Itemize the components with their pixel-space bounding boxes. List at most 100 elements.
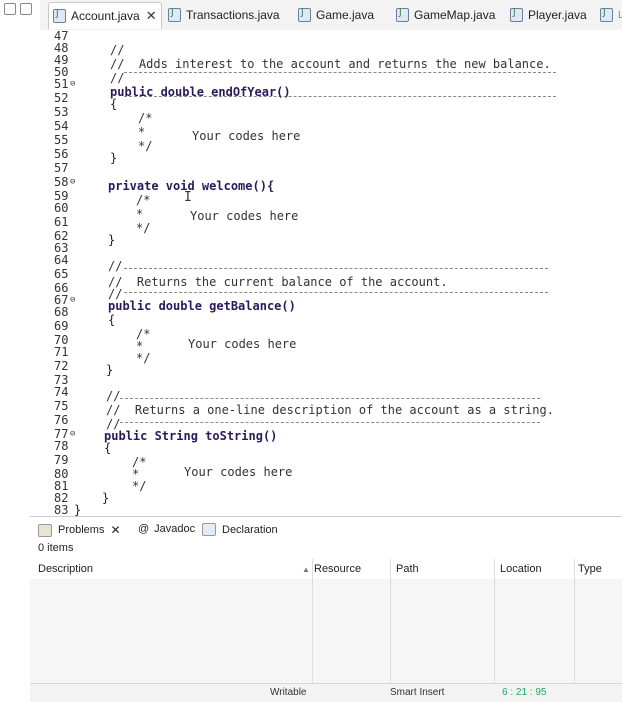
column-type[interactable]: Type [578,563,602,575]
line-number: 58 [54,175,69,189]
problems-panel: Problems ✕ @ Javadoc Declaration 0 items… [30,516,622,702]
code-brace: } [108,233,116,247]
line-number: 83 [54,503,69,517]
line-number: 64 [54,253,69,267]
column-divider [390,559,391,683]
line-number: 65 [54,267,69,281]
status-writable: Writable [270,687,307,698]
fold-toggle-icon[interactable]: ⊖ [70,176,75,188]
javadoc-icon: @ [138,523,150,535]
java-file-icon [53,9,66,23]
tab-gamemap-java[interactable]: GameMap.java [396,4,495,26]
column-divider [574,559,575,683]
line-number: 61 [54,215,69,229]
code-comment: // [110,43,125,57]
java-file-icon [510,8,523,22]
placeholder-comment: Your codes here [188,337,297,351]
comment-separator [120,422,540,423]
comment-separator [124,72,556,73]
tab-label: Transactions.java [186,8,280,22]
line-number: 69 [54,319,69,333]
comment-separator [120,398,540,399]
problems-count: 0 items [38,542,74,554]
tab-javadoc[interactable]: @ Javadoc [138,523,195,535]
status-insert-mode: Smart Insert [390,687,445,698]
close-tab-icon[interactable]: ✕ [146,8,157,24]
placeholder-comment: Your codes here [190,209,299,223]
close-tab-icon[interactable]: ✕ [110,523,120,537]
code-brace: { [104,441,112,455]
line-number: 55 [54,133,69,147]
column-description[interactable]: Description [38,563,93,575]
column-location[interactable]: Location [500,563,542,575]
line-number: 72 [54,359,69,373]
line-number: 56 [54,147,69,161]
status-cursor-position: 6 : 21 : 95 [502,687,547,698]
line-number: 54 [54,119,69,133]
tab-overflow[interactable]: L [600,4,622,26]
code-comment: */ [132,479,147,493]
text-cursor-icon: I [184,190,192,205]
line-number: 79 [54,453,69,467]
tab-player-java[interactable]: Player.java [510,4,587,26]
tab-declaration[interactable]: Declaration [202,523,278,536]
line-number: 78 [54,439,69,453]
tab-label: Game.java [316,8,375,22]
code-comment: // [110,71,125,85]
code-comment: // Adds interest to the account and retu… [110,57,551,71]
line-number: 74 [54,385,69,399]
line-number: 53 [54,105,69,119]
line-number: 60 [54,201,69,215]
placeholder-comment: Your codes here [184,465,293,479]
column-resource[interactable]: Resource [314,563,361,575]
line-number: 52 [54,91,69,105]
method-signature-tostring: public String toString() [104,429,278,443]
java-file-icon [168,8,181,22]
comment-separator [124,292,548,293]
tab-label: Javadoc [154,523,196,535]
code-comment: * [138,125,146,139]
code-editor[interactable]: 47 48 49 50 51 52 53 54 55 56 57 58 59 60 61 62 63 64 65 66… [40,30,622,517]
code-brace: } [106,363,114,377]
code-comment: /* [138,111,153,125]
tab-game-java[interactable]: Game.java [298,4,374,26]
fold-toggle-icon[interactable]: ⊖ [70,294,75,306]
problems-table-body [30,579,622,683]
status-bar: Writable Smart Insert 6 : 21 : 95 [30,683,622,702]
fold-toggle-icon[interactable]: ⊖ [70,428,75,440]
java-file-icon [396,8,409,22]
tab-transactions-java[interactable]: Transactions.java [168,4,280,26]
line-number: 57 [54,161,69,175]
fold-toggle-icon[interactable]: ⊖ [70,78,75,90]
placeholder-comment: Your codes here [192,129,301,143]
tab-label: Declaration [222,523,278,536]
column-divider [494,559,495,683]
line-number: 76 [54,413,69,427]
declaration-icon [202,523,216,536]
method-signature-endofyear: public double endOfYear() [110,85,291,99]
code-brace: } [102,491,110,505]
problems-icon [38,523,52,537]
code-comment: */ [138,139,153,153]
code-comment: */ [136,351,151,365]
code-comment: */ [136,221,151,235]
tab-problems[interactable]: Problems ✕ [38,523,121,537]
line-number: 71 [54,345,69,359]
column-path[interactable]: Path [396,563,419,575]
java-file-icon [600,8,613,22]
code-comment: // Returns the current balance of the ac… [108,275,448,289]
code-comment: // [108,259,123,273]
window-restore-control[interactable] [20,3,32,15]
window-minimize-control[interactable] [4,3,16,15]
method-signature-getbalance: public double getBalance() [108,299,296,313]
code-brace: { [110,97,118,111]
line-number: 68 [54,305,69,319]
java-file-icon [298,8,311,22]
tab-label: GameMap.java [414,8,496,22]
tab-account-java[interactable]: Account.java ✕ [48,2,162,29]
problems-table-header: Description ▲ Resource Path Location Typ… [30,559,622,580]
editor-tab-bar: Account.java ✕ Transactions.java Game.ja… [40,0,622,31]
comment-separator [124,268,548,269]
code-comment: // [106,389,121,403]
code-comment: /* [136,193,151,207]
